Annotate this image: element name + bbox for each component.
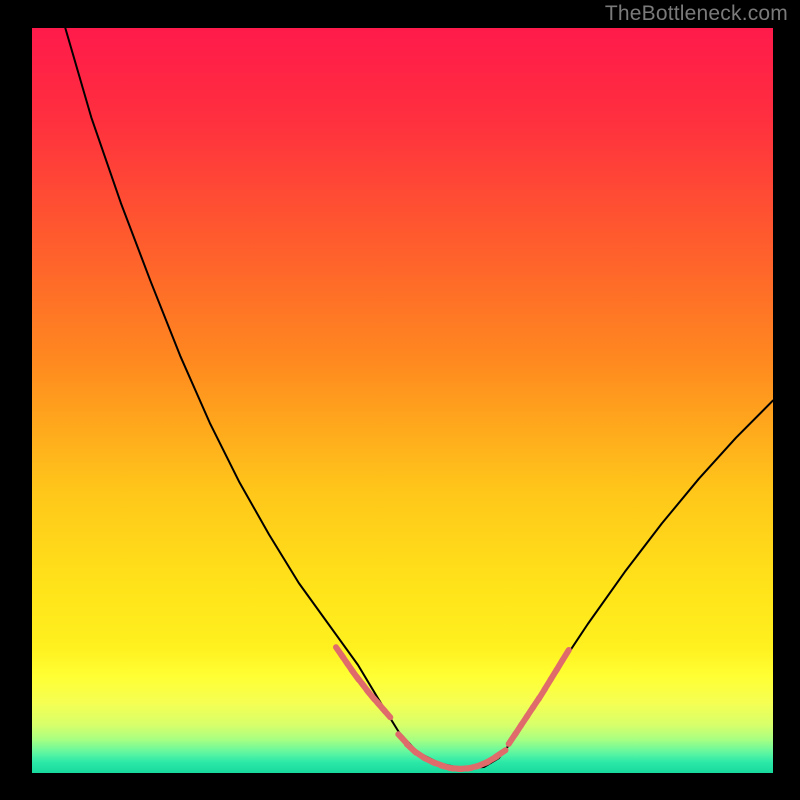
- watermark-text: TheBottleneck.com: [605, 2, 788, 26]
- gradient-background: [32, 28, 773, 773]
- chart-svg: [0, 0, 800, 800]
- outer-frame: TheBottleneck.com: [0, 0, 800, 800]
